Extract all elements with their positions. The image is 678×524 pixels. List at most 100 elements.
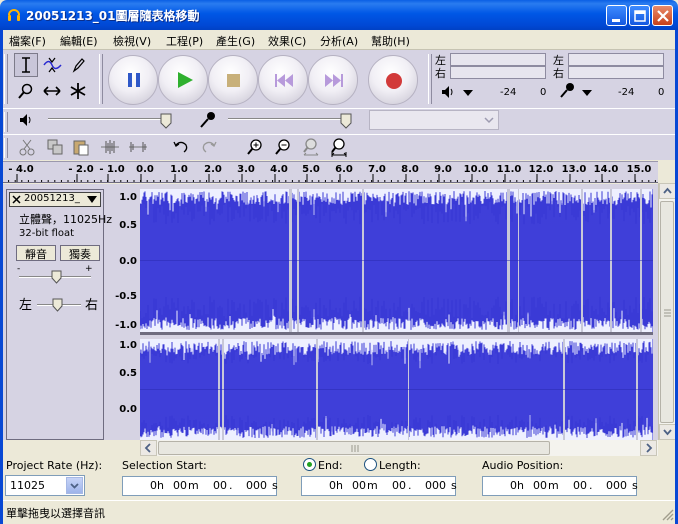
start-minutes[interactable]: 00 (173, 479, 187, 492)
close-button[interactable] (652, 5, 673, 26)
selection-tool-button[interactable] (14, 53, 38, 77)
position-seconds[interactable]: 00 (573, 479, 587, 492)
start-hours[interactable]: 0 (149, 479, 157, 492)
zoom-in-button[interactable] (244, 136, 266, 158)
ruler-tick-label: 15.0 (626, 164, 652, 175)
output-volume-icon (20, 114, 31, 126)
play-icon (178, 72, 193, 88)
redo-button[interactable] (198, 136, 220, 158)
input-meter-dropdown-icon[interactable] (579, 87, 595, 99)
mute-button[interactable]: 靜音 (16, 245, 56, 261)
timeshift-tool-button[interactable] (40, 79, 64, 103)
menu-effect[interactable]: 效果(C) (268, 33, 306, 49)
timeline-ruler[interactable]: - 4.0 - 2.0 - 1.0 0.0 1.0 2.0 3.0 4.0 5.0 6.0 7.0 8… (0, 161, 658, 183)
output-meter-right (450, 66, 546, 79)
horizontal-scroll-thumb[interactable] (158, 441, 550, 455)
edit-grip[interactable] (4, 138, 8, 158)
project-rate-dropdown-button[interactable] (66, 477, 83, 494)
skip-start-button[interactable] (258, 55, 308, 105)
output-volume-thumb[interactable] (160, 113, 172, 129)
position-hours[interactable]: 0 (509, 479, 517, 492)
vertical-scroll-thumb[interactable] (660, 201, 674, 423)
resize-grip-icon[interactable] (660, 507, 674, 521)
zoom-out-button[interactable] (272, 136, 294, 158)
position-minutes[interactable]: 00 (533, 479, 547, 492)
undo-icon (173, 141, 188, 153)
input-volume-thumb[interactable] (340, 113, 352, 129)
scroll-left-button[interactable] (140, 440, 157, 456)
stop-button[interactable] (208, 55, 258, 105)
maximize-button[interactable] (629, 5, 650, 26)
track-close-icon[interactable] (11, 194, 22, 205)
horizontal-scrollbar[interactable] (140, 440, 658, 456)
record-button[interactable] (368, 55, 418, 105)
draw-tool-button[interactable] (66, 53, 90, 77)
scroll-right-button[interactable] (640, 440, 657, 456)
time-unit-label: . (589, 479, 593, 492)
envelope-tool-button[interactable] (40, 53, 64, 77)
toolbar-grip[interactable] (4, 54, 8, 104)
cut-button[interactable] (16, 136, 38, 158)
solo-button[interactable]: 獨奏 (60, 245, 100, 261)
start-seconds[interactable]: 00 (213, 479, 227, 492)
menu-edit[interactable]: 編輯(E) (60, 33, 98, 49)
chevron-left-icon (144, 443, 151, 453)
ruler-tick-label: - 2.0 (68, 164, 94, 175)
transport-grip[interactable] (99, 54, 103, 104)
end-radio[interactable] (303, 458, 316, 471)
menu-generate[interactable]: 產生(G) (216, 33, 255, 49)
minimize-button[interactable] (606, 5, 627, 26)
pan-slider-thumb[interactable] (52, 298, 63, 312)
menu-project[interactable]: 工程(P) (166, 33, 203, 49)
waveform-left-channel[interactable] (140, 189, 653, 335)
scale-label: 0.5 (119, 220, 137, 231)
menu-analyze[interactable]: 分析(A) (320, 33, 358, 49)
scale-label: -0.5 (115, 291, 137, 302)
start-milliseconds[interactable]: 000 (245, 479, 267, 492)
paste-button[interactable] (70, 136, 92, 158)
selection-end-time[interactable]: 0 00 00 000 (301, 476, 456, 496)
chevron-down-icon (70, 483, 79, 489)
undo-button[interactable] (170, 136, 192, 158)
output-volume-track[interactable] (48, 118, 166, 120)
multi-tool-button[interactable] (66, 79, 90, 103)
fit-selection-button[interactable] (300, 136, 322, 158)
audio-position-time[interactable]: 0 00 00 000 (482, 476, 637, 496)
selection-start-time[interactable]: 0 00 00 000 (122, 476, 277, 496)
zoom-tool-button[interactable] (14, 79, 38, 103)
menu-view[interactable]: 檢視(V) (113, 33, 151, 49)
vertical-scrollbar[interactable] (658, 183, 676, 440)
redo-icon (202, 141, 217, 153)
trim-button[interactable] (98, 136, 120, 158)
scroll-up-button[interactable] (659, 183, 676, 199)
input-source-select[interactable] (369, 110, 499, 130)
gain-slider-thumb[interactable] (51, 270, 62, 284)
play-button[interactable] (158, 55, 208, 105)
copy-button[interactable] (44, 136, 66, 158)
output-meter-dropdown-icon[interactable] (460, 87, 476, 99)
waveform-right-channel[interactable] (140, 339, 653, 440)
mixer-grip[interactable] (4, 112, 8, 132)
end-minutes[interactable]: 00 (352, 479, 366, 492)
asterisk-icon (70, 83, 86, 99)
project-rate-select[interactable]: 11025 (5, 475, 85, 496)
end-milliseconds[interactable]: 000 (424, 479, 446, 492)
input-volume-track[interactable] (228, 118, 346, 120)
silence-button[interactable] (126, 136, 148, 158)
menu-file[interactable]: 檔案(F) (9, 33, 46, 49)
end-seconds[interactable]: 00 (392, 479, 406, 492)
track-title-box[interactable]: 20051213_ (9, 192, 101, 207)
position-milliseconds[interactable]: 000 (605, 479, 627, 492)
zoom-in-icon (247, 139, 262, 155)
meter-grip[interactable] (428, 54, 432, 104)
menu-help[interactable]: 幫助(H) (371, 33, 410, 49)
track-menu-arrow-icon[interactable] (86, 195, 98, 204)
fit-project-button[interactable] (328, 136, 350, 158)
pause-button[interactable] (108, 55, 158, 105)
length-radio[interactable] (364, 458, 377, 471)
pencil-icon (72, 58, 85, 73)
skip-end-button[interactable] (308, 55, 358, 105)
end-hours[interactable]: 0 (328, 479, 336, 492)
scroll-down-button[interactable] (659, 424, 676, 440)
speaker-icon (442, 86, 453, 98)
